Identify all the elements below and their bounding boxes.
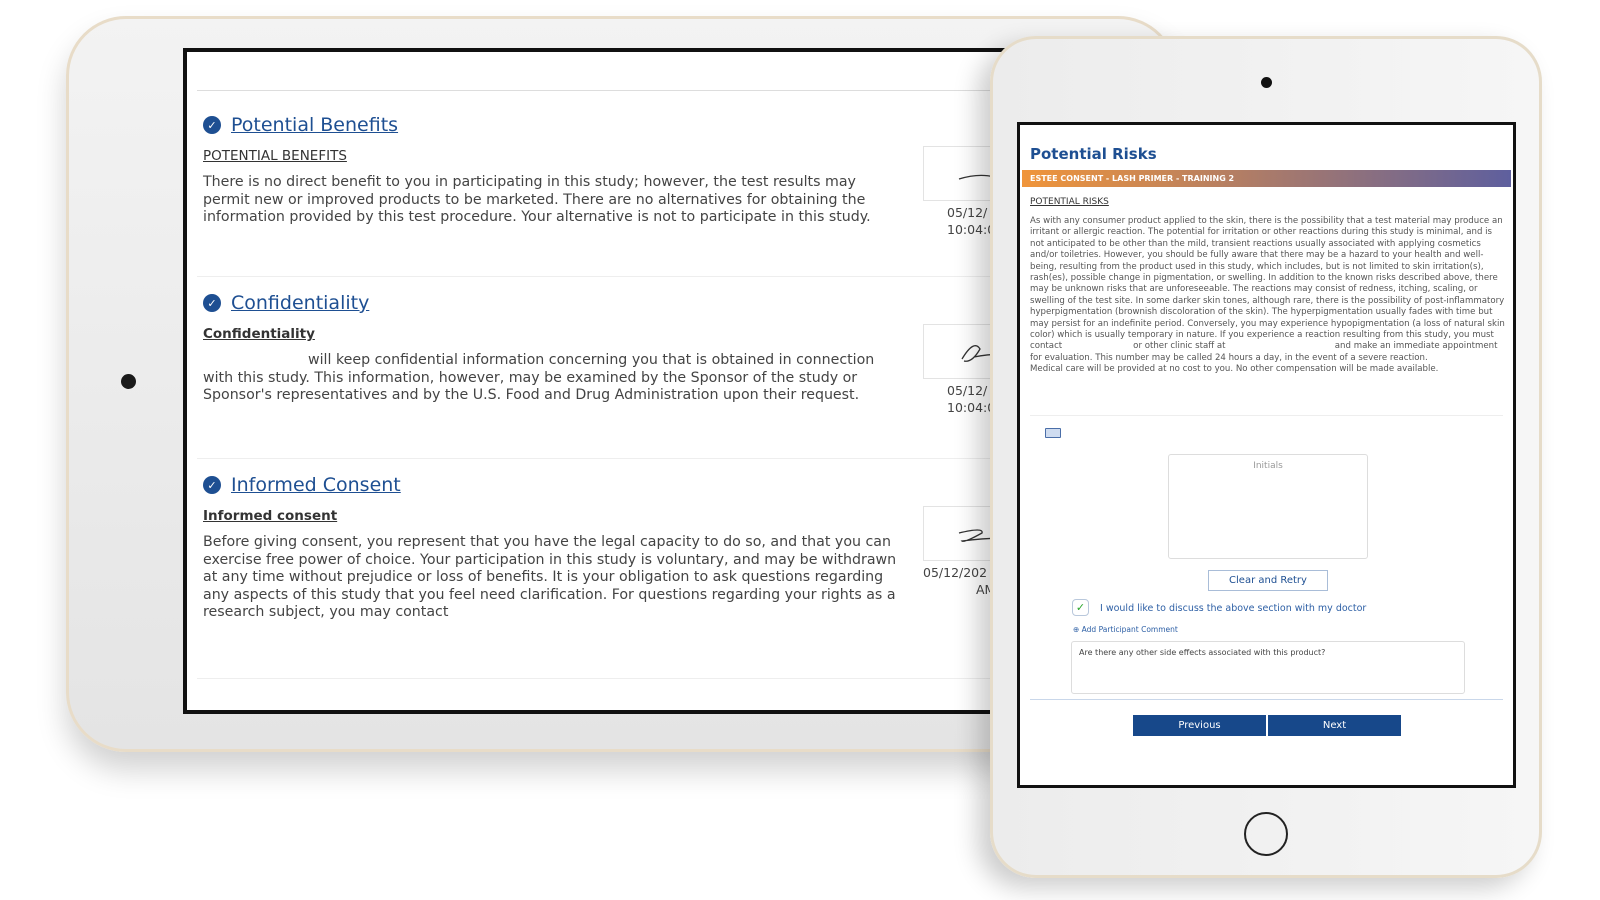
section-potential-benefits: ✓ Potential Benefits POTENTIAL BENEFITS T… (203, 114, 903, 227)
section-text: Before giving consent, you represent tha… (203, 534, 897, 621)
keyboard-icon[interactable] (1045, 428, 1061, 438)
discuss-checkbox[interactable]: ✓ (1072, 599, 1089, 616)
page-title: Potential Risks (1030, 145, 1157, 163)
participant-comment-input[interactable]: Are there any other side effects associa… (1071, 641, 1465, 694)
clear-and-retry-button[interactable]: Clear and Retry (1208, 570, 1328, 591)
risks-paragraph: Medical care will be provided at no cost… (1030, 364, 1439, 375)
divider (1030, 415, 1503, 416)
home-button[interactable] (1244, 812, 1288, 856)
section-title-link[interactable]: Confidentiality (231, 292, 369, 314)
section-confidentiality: ✓ Confidentiality Confidentiality will ke… (203, 292, 903, 405)
check-circle-icon: ✓ (203, 116, 221, 134)
add-participant-comment-link[interactable]: ⊕ Add Participant Comment (1073, 625, 1178, 634)
section-subtitle: Confidentiality (203, 326, 315, 342)
section-title-link[interactable]: Informed Consent (231, 474, 401, 496)
divider (197, 678, 1013, 679)
initials-label: Initials (1253, 461, 1283, 471)
study-banner: ESTEE CONSENT - LASH PRIMER - TRAINING 2 (1022, 170, 1511, 187)
camera-icon (121, 374, 136, 389)
risks-text: As with any consumer product applied to … (1030, 216, 1508, 376)
section-text: will keep confidential information conce… (203, 352, 875, 404)
divider (197, 90, 1013, 91)
section-informed-consent: ✓ Informed Consent Informed consent Befor… (203, 474, 903, 622)
divider (1030, 699, 1503, 700)
next-button[interactable]: Next (1268, 715, 1401, 736)
risks-paragraph: As with any consumer product applied to … (1030, 216, 1508, 363)
check-circle-icon: ✓ (203, 294, 221, 312)
section-text: There is no direct benefit to you in par… (203, 174, 871, 226)
divider (197, 276, 1013, 277)
consent-review-screen: ✓ Potential Benefits POTENTIAL BENEFITS T… (183, 48, 1013, 714)
initials-pad[interactable]: Initials (1168, 454, 1368, 559)
camera-icon (1261, 77, 1272, 88)
previous-button[interactable]: Previous (1133, 715, 1266, 736)
plus-circle-icon: ⊕ (1073, 625, 1082, 634)
section-subtitle: Informed consent (203, 508, 338, 524)
divider (197, 458, 1013, 459)
section-title-link[interactable]: Potential Benefits (231, 114, 398, 136)
check-circle-icon: ✓ (203, 476, 221, 494)
section-subtitle: POTENTIAL RISKS (1030, 197, 1109, 207)
potential-risks-screen: Potential Risks ESTEE CONSENT - LASH PRI… (1017, 122, 1516, 788)
discuss-checkbox-label[interactable]: I would like to discuss the above sectio… (1100, 603, 1366, 614)
section-subtitle: POTENTIAL BENEFITS (203, 148, 347, 164)
add-comment-label: Add Participant Comment (1081, 625, 1178, 634)
